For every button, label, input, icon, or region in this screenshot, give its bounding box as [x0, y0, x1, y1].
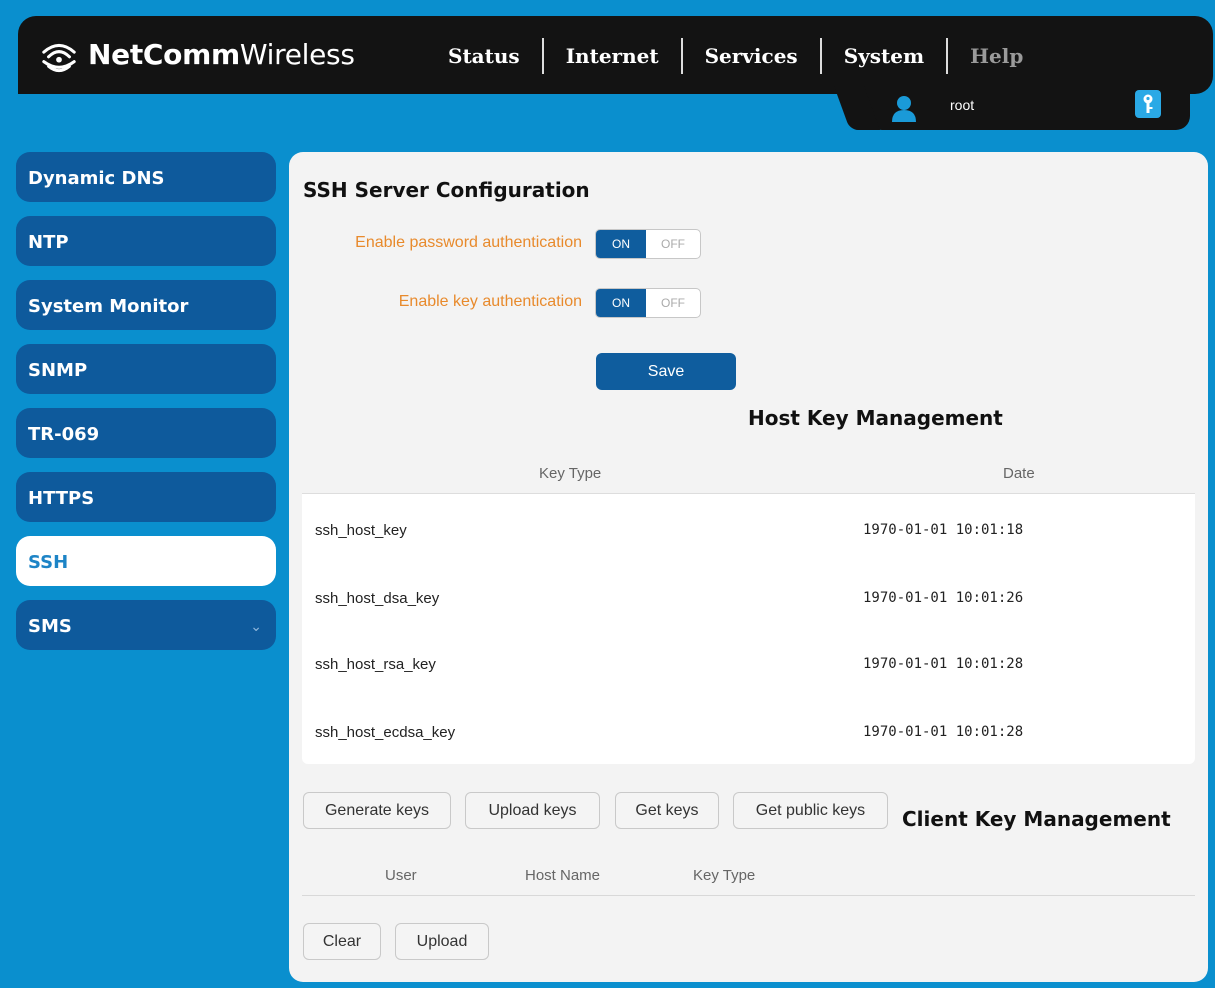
table-row-date: 1970-01-01 10:01:28 — [863, 656, 1024, 672]
nav-internet[interactable]: Internet — [541, 38, 681, 74]
toggle-on: ON — [596, 289, 646, 317]
ssh-config-title: SSH Server Configuration — [303, 178, 590, 202]
main-nav: Status Internet Services System Help — [426, 38, 1045, 74]
table-row-date: 1970-01-01 10:01:26 — [863, 590, 1024, 606]
table-row-key-type: ssh_host_rsa_key — [315, 656, 436, 673]
column-header-key-type: Key Type — [539, 465, 602, 482]
get-public-keys-button[interactable]: Get public keys — [733, 792, 888, 829]
host-key-table — [302, 452, 1195, 764]
toggle-on: ON — [596, 230, 646, 258]
user-icon — [892, 96, 916, 122]
brand-logo[interactable]: NetCommWireless — [40, 34, 355, 74]
sidebar-item-snmp[interactable]: SNMP — [16, 344, 276, 394]
password-auth-label: Enable password authentication — [355, 234, 582, 251]
user-bar: root — [860, 86, 1190, 130]
sidebar-item-sms[interactable]: SMS ⌄ — [16, 600, 276, 650]
wifi-logo-icon — [42, 43, 76, 73]
main-panel: SSH Server Configuration Enable password… — [289, 152, 1208, 982]
logout-key-icon[interactable] — [1135, 90, 1161, 118]
column-header-host-name: Host Name — [525, 867, 601, 884]
toggle-off: OFF — [661, 296, 685, 310]
sidebar-item-ntp[interactable]: NTP — [16, 216, 276, 266]
host-key-table-header — [302, 452, 1195, 494]
upload-button[interactable]: Upload — [395, 923, 489, 960]
toggle-off: OFF — [661, 237, 685, 251]
generate-keys-button[interactable]: Generate keys — [303, 792, 451, 829]
column-header-key-type: Key Type — [693, 867, 756, 884]
sidebar-item-system-monitor[interactable]: System Monitor — [16, 280, 276, 330]
column-header-date: Date — [1003, 465, 1035, 482]
sidebar-item-tr069[interactable]: TR-069 — [16, 408, 276, 458]
key-auth-toggle[interactable]: ON OFF — [595, 288, 701, 318]
client-key-title: Client Key Management — [902, 807, 1171, 831]
upload-keys-button[interactable]: Upload keys — [465, 792, 600, 829]
sidebar-item-https[interactable]: HTTPS — [16, 472, 276, 522]
nav-help[interactable]: Help — [946, 38, 1045, 74]
chevron-down-icon: ⌄ — [250, 619, 262, 635]
key-auth-label: Enable key authentication — [398, 293, 582, 310]
table-row-key-type: ssh_host_dsa_key — [315, 590, 440, 607]
brand-name: NetCommWireless — [88, 37, 355, 71]
sidebar-item-dynamic-dns[interactable]: Dynamic DNS — [16, 152, 276, 202]
table-row-date: 1970-01-01 10:01:28 — [863, 724, 1024, 740]
nav-system[interactable]: System — [819, 38, 946, 74]
get-keys-button[interactable]: Get keys — [615, 792, 719, 829]
table-row-key-type: ssh_host_key — [315, 522, 407, 539]
username: root — [950, 97, 975, 113]
sidebar-item-label: SMS — [28, 616, 72, 637]
nav-services[interactable]: Services — [680, 38, 820, 74]
password-auth-toggle[interactable]: ON OFF — [595, 229, 701, 259]
nav-status[interactable]: Status — [426, 38, 542, 74]
save-button[interactable]: Save — [596, 353, 736, 390]
sidebar-item-ssh[interactable]: SSH — [16, 536, 276, 586]
top-header: NetCommWireless Status Internet Services… — [18, 16, 1213, 94]
table-row-key-type: ssh_host_ecdsa_key — [315, 724, 456, 741]
sidebar: Dynamic DNS NTP System Monitor SNMP TR-0… — [16, 152, 276, 664]
divider — [302, 895, 1195, 896]
column-header-user: User — [385, 867, 417, 884]
table-row-date: 1970-01-01 10:01:18 — [863, 522, 1024, 538]
clear-button[interactable]: Clear — [303, 923, 381, 960]
host-key-title: Host Key Management — [748, 406, 1003, 430]
